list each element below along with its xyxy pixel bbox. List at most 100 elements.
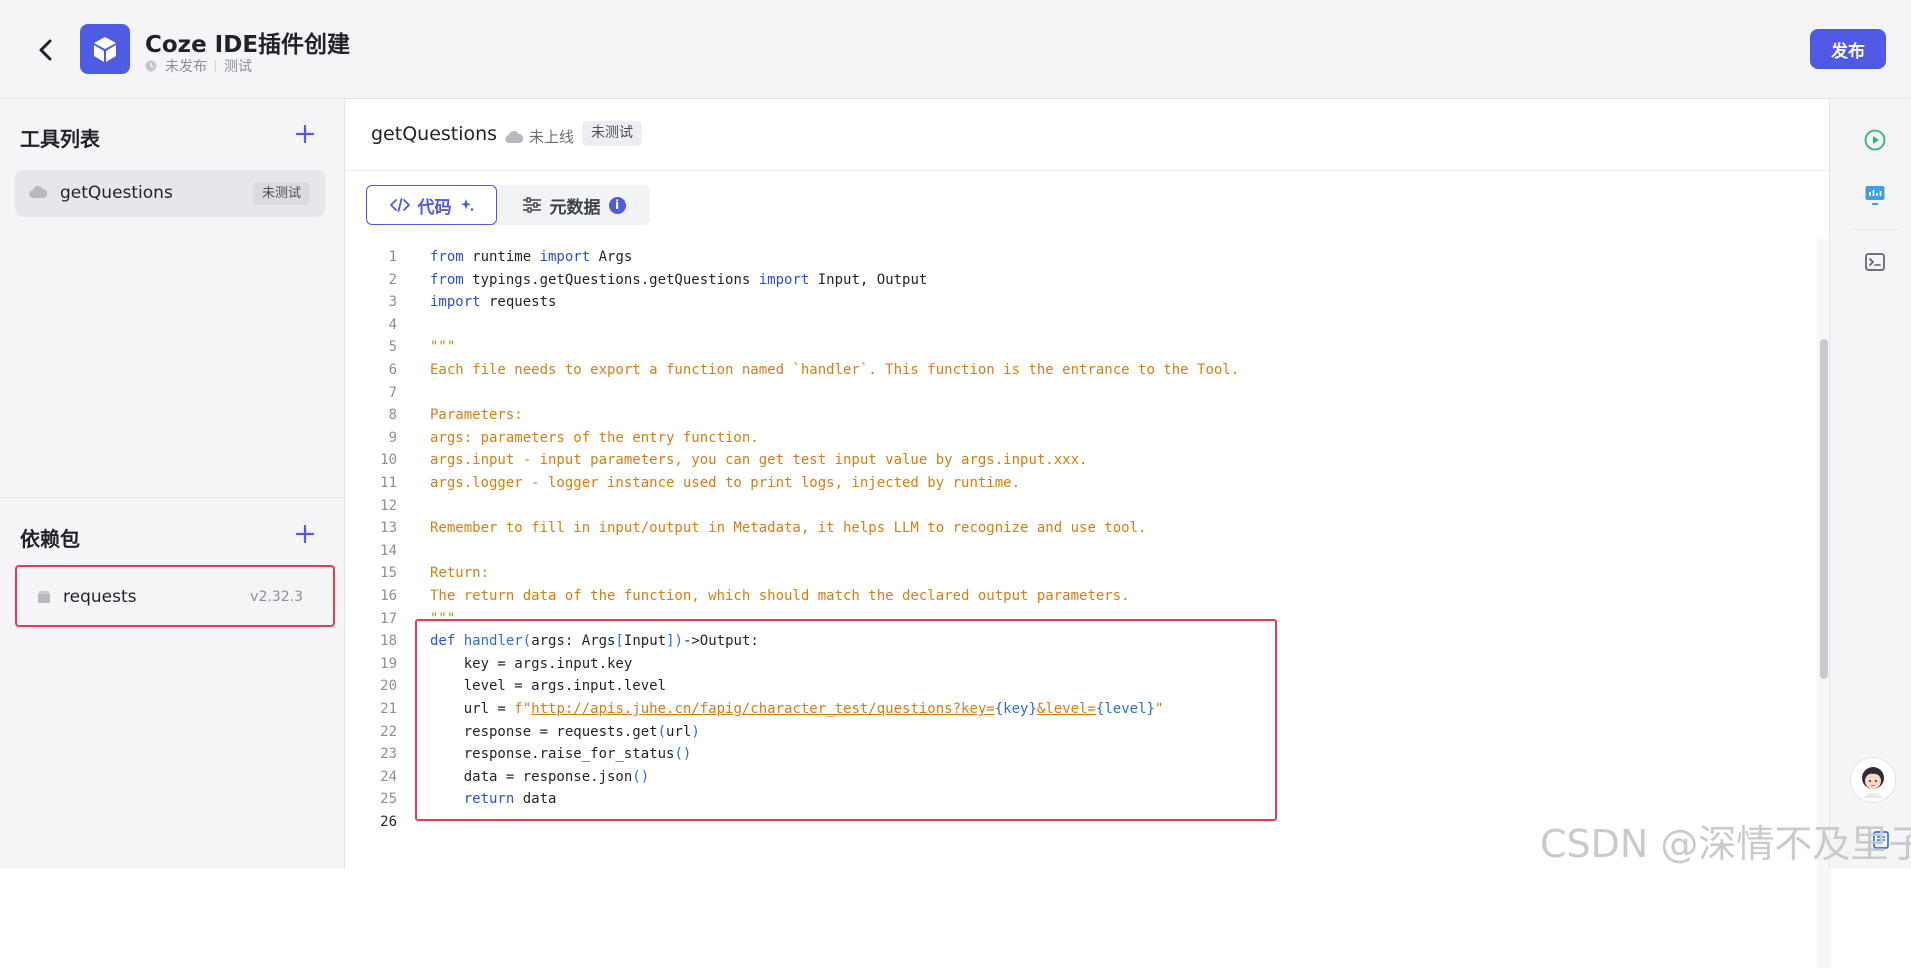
code-token: data = response.json: [430, 768, 633, 785]
code-token: url =: [430, 701, 515, 717]
code-text: Remember to fill in input/output in Meta…: [430, 517, 1146, 539]
code-token: (): [674, 746, 692, 763]
line-number: 10: [380, 452, 397, 469]
meta-divider: [215, 60, 216, 72]
code-line: 8 Parameters:: [345, 404, 1825, 426]
cloud-icon: [505, 130, 523, 143]
file-test-badge: 未测试: [582, 121, 642, 146]
dependency-item-requests[interactable]: requests v2.32.3: [15, 565, 335, 627]
code-token: from: [430, 271, 464, 288]
code-token: &level=: [1036, 701, 1096, 717]
code-token: response = requests.get: [430, 723, 658, 740]
run-button[interactable]: [1862, 127, 1888, 153]
code-line: 3 import requests: [345, 291, 1825, 313]
code-text: from typings.getQuestions.getQuestions i…: [430, 269, 927, 291]
document-icon: [1873, 831, 1889, 849]
sparkle-icon: [460, 199, 473, 211]
code-token: Remember to fill in input/output in Meta…: [430, 520, 1147, 537]
code-line: 10 args.input - input parameters, you can…: [345, 449, 1825, 471]
code-line: 5 """: [345, 336, 1825, 358]
tool-status-badge: 未测试: [252, 182, 310, 205]
code-token: from: [430, 249, 464, 265]
app-logo: [80, 24, 130, 74]
line-number: 23: [380, 746, 397, 763]
info-icon: i: [608, 196, 626, 214]
code-line: 6 Each file needs to export a function na…: [345, 359, 1825, 381]
code-text: url = f"http://apis.juhe.cn/fapig/charac…: [430, 698, 1164, 720]
add-dependency-button[interactable]: [292, 521, 318, 547]
code-token: f": [514, 701, 532, 717]
code-token: """: [430, 610, 456, 627]
monitor-chart-icon: [1865, 186, 1885, 205]
back-button[interactable]: [28, 32, 64, 68]
line-number: 1: [388, 249, 397, 265]
code-line: 21 url = f"http://apis.juhe.cn/fapig/cha…: [345, 698, 1825, 720]
code-token: """: [430, 339, 456, 356]
code-token: args: parameters of the entry function.: [430, 429, 759, 446]
line-number: 26: [380, 814, 397, 830]
publish-button[interactable]: 发布: [1810, 29, 1886, 69]
code-text: Parameters:: [430, 404, 523, 426]
code-token: {key}: [994, 701, 1037, 717]
code-line: 2 from typings.getQuestions.getQuestions …: [345, 269, 1825, 291]
code-token: Input: [623, 633, 667, 650]
add-tool-button[interactable]: [292, 121, 318, 147]
cloud-icon: [29, 185, 47, 199]
code-text: import requests: [430, 291, 556, 313]
code-token: ]): [666, 633, 683, 650]
code-editor[interactable]: 1 from runtime import Args 2 from typings.g…: [345, 239, 1829, 869]
code-token: data: [514, 791, 557, 808]
code-text: return data: [430, 788, 557, 810]
line-number: 11: [380, 475, 397, 491]
sidebar: 工具列表 getQuestions 未测试 依赖包 requests v2.32…: [0, 99, 345, 869]
code-text: """: [430, 608, 455, 630]
tab-code[interactable]: 代码: [366, 185, 497, 225]
line-number: 9: [388, 429, 397, 446]
code-token: Return:: [430, 565, 490, 582]
code-line: 11 args.logger - logger instance used to …: [345, 472, 1825, 494]
code-line: 14: [345, 540, 1825, 562]
code-token: (): [632, 768, 650, 785]
code-icon: [389, 198, 410, 212]
terminal-button[interactable]: [1862, 249, 1888, 275]
code-line: 1 from runtime import Args: [345, 246, 1825, 268]
code-text: args: parameters of the entry function.: [430, 427, 759, 449]
docs-button[interactable]: [1868, 827, 1894, 853]
sidebar-divider: [0, 497, 345, 498]
code-line: 15 Return:: [345, 562, 1825, 584]
code-line: 22 response = requests.get(url): [345, 721, 1825, 743]
play-circle-icon: [1864, 129, 1886, 151]
code-token: ): [691, 723, 700, 740]
code-token: (: [657, 723, 667, 740]
code-line: 26: [345, 811, 1825, 833]
line-number: 20: [380, 678, 397, 695]
top-header: Coze IDE插件创建 未发布 测试 发布: [0, 0, 1911, 99]
line-number: 14: [380, 542, 397, 559]
code-text: args.logger - logger instance used to pr…: [430, 472, 1020, 494]
line-number: 2: [388, 271, 397, 288]
file-bar: getQuestions 未上线 未测试: [345, 99, 1829, 171]
code-token: http://apis.juhe.cn/fapig/character_test…: [531, 701, 995, 717]
app-meta: 未发布 测试: [145, 56, 252, 76]
file-status-label: 未上线: [529, 128, 575, 146]
tools-section-title: 工具列表: [20, 127, 100, 151]
code-token: key = args.input.key: [430, 655, 633, 672]
line-number: 12: [380, 497, 397, 514]
code-token: import: [430, 294, 481, 311]
code-text: """: [430, 336, 455, 358]
tab-metadata[interactable]: 元数据 i: [497, 185, 650, 225]
editor-scrollbar[interactable]: [1820, 339, 1828, 679]
app-title: Coze IDE插件创建: [145, 32, 351, 58]
code-token: Parameters:: [430, 407, 523, 424]
monitor-button[interactable]: [1862, 182, 1888, 208]
tool-item-getquestions[interactable]: getQuestions 未测试: [15, 170, 325, 217]
code-line: 4: [345, 314, 1825, 336]
code-token: response.raise_for_status: [430, 746, 675, 763]
code-text: key = args.input.key: [430, 653, 633, 675]
avatar-girl-icon: [1862, 767, 1884, 798]
editor-tabs: 代码 元数据 i: [366, 185, 650, 225]
line-number: 21: [380, 701, 397, 717]
assistant-avatar[interactable]: [1850, 757, 1896, 803]
code-line: 13 Remember to fill in input/output in Me…: [345, 517, 1825, 539]
code-line: 9 args: parameters of the entry function.: [345, 427, 1825, 449]
